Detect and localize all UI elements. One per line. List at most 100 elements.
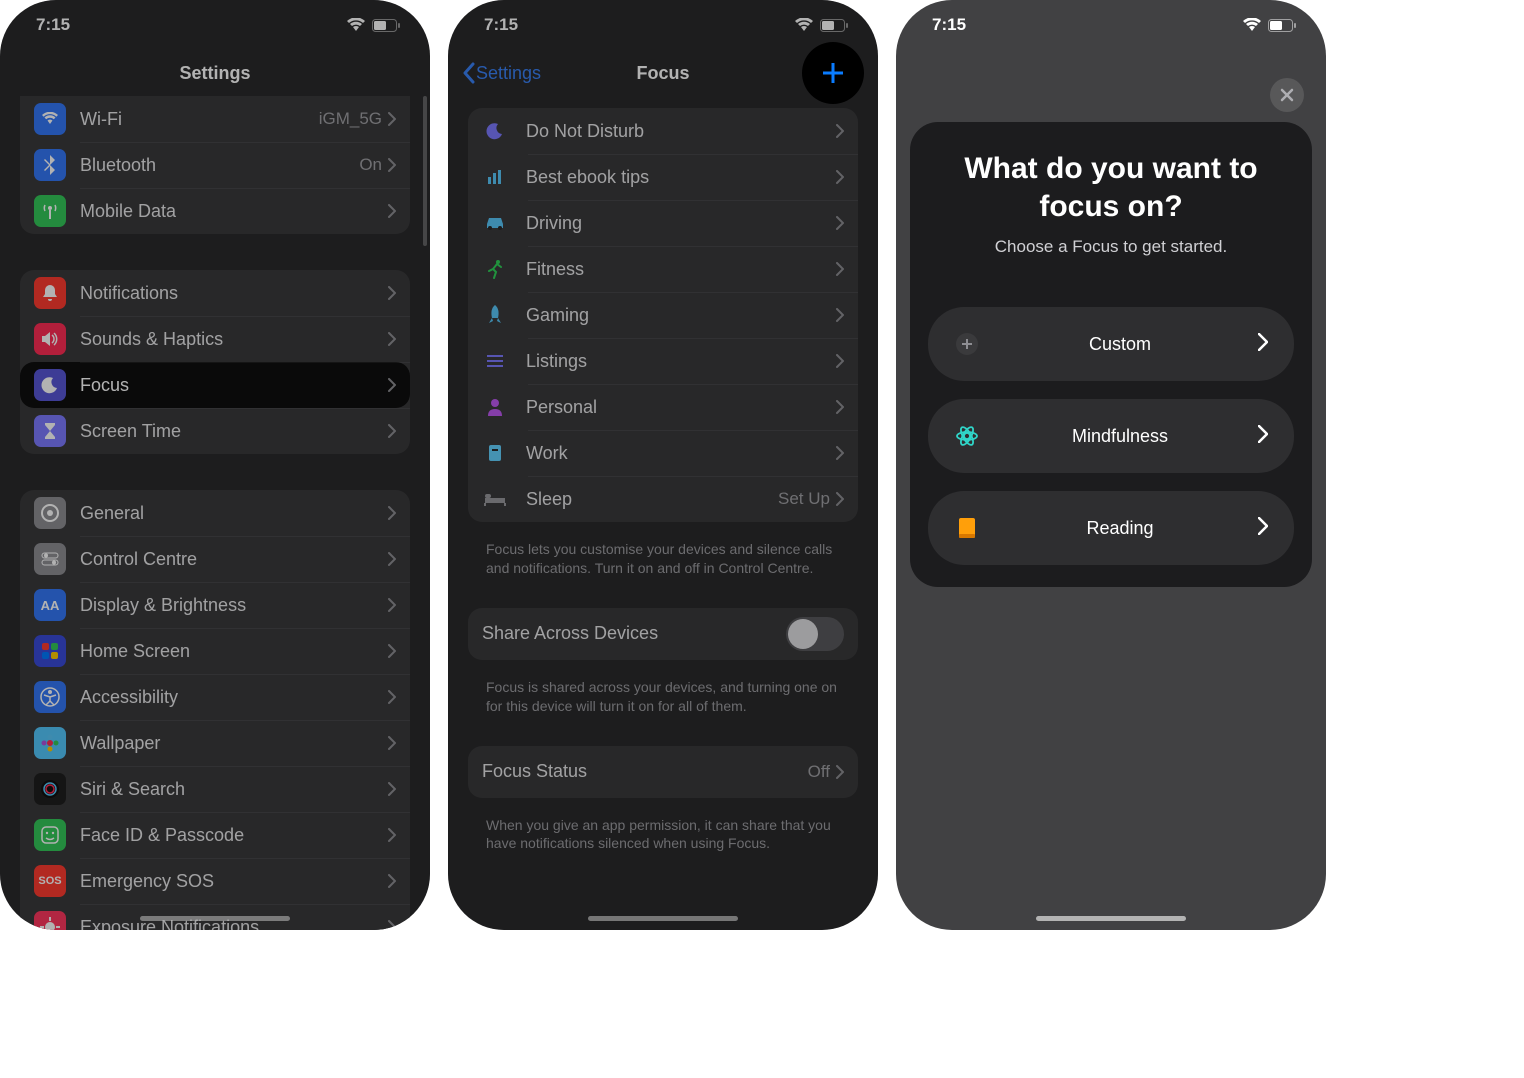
settings-row-general[interactable]: General — [20, 490, 410, 536]
row-label: Notifications — [80, 283, 388, 304]
group-focus-modes: Do Not Disturb Best ebook tips Driving Fitn… — [468, 108, 858, 522]
home-indicator[interactable] — [588, 916, 738, 921]
focus-mode-sleep[interactable]: SleepSet Up — [468, 476, 858, 522]
settings-row-bluetooth[interactable]: BluetoothOn — [20, 142, 410, 188]
row-label: Siri & Search — [80, 779, 388, 800]
settings-row-control-centre[interactable]: Control Centre — [20, 536, 410, 582]
book-icon — [952, 513, 982, 543]
settings-row-accessibility[interactable]: Accessibility — [20, 674, 410, 720]
share-label: Share Across Devices — [482, 623, 786, 644]
chevron-icon — [388, 378, 396, 392]
chevron-icon — [388, 828, 396, 842]
status-time: 7:15 — [484, 15, 518, 35]
home-indicator[interactable] — [140, 916, 290, 921]
close-button[interactable] — [1270, 78, 1304, 112]
scroll-indicator[interactable] — [423, 96, 427, 246]
row-value: On — [359, 155, 382, 175]
settings-row-home-screen[interactable]: Home Screen — [20, 628, 410, 674]
focus-option-custom[interactable]: Custom — [928, 307, 1294, 381]
settings-row-siri-search[interactable]: Siri & Search — [20, 766, 410, 812]
phone-focus-sheet: 7:15 What do you want to focus on? Choos… — [896, 0, 1326, 930]
group-share: Share Across Devices — [468, 608, 858, 660]
row-label: Best ebook tips — [526, 167, 836, 188]
focus-option-reading[interactable]: Reading — [928, 491, 1294, 565]
gear-icon — [34, 497, 66, 529]
focus-list[interactable]: Do Not Disturb Best ebook tips Driving Fitn… — [448, 108, 878, 930]
chevron-icon — [388, 332, 396, 346]
status-time: 7:15 — [36, 15, 70, 35]
settings-row-mobile-data[interactable]: Mobile Data — [20, 188, 410, 234]
battery-icon — [1268, 19, 1296, 32]
row-label: Focus — [80, 375, 388, 396]
row-label: Personal — [526, 397, 836, 418]
mind-icon — [952, 421, 982, 451]
phone-settings: 7:15 Settings Wi-FiiGM_5GBluetoothOnMobi… — [0, 0, 430, 930]
settings-row-face-id-passcode[interactable]: Face ID & Passcode — [20, 812, 410, 858]
focus-status-value: Off — [808, 762, 830, 782]
row-label: Fitness — [526, 259, 836, 280]
nav-bar: Settings Focus — [448, 50, 878, 96]
status-bar: 7:15 — [448, 0, 878, 50]
settings-row-emergency-sos[interactable]: SOSEmergency SOS — [20, 858, 410, 904]
row-label: Accessibility — [80, 687, 388, 708]
nav-bar: Settings — [0, 50, 430, 96]
chevron-icon — [388, 782, 396, 796]
row-label: Wallpaper — [80, 733, 388, 754]
add-button[interactable] — [802, 42, 864, 104]
group-network: Wi-FiiGM_5GBluetoothOnMobile Data — [20, 96, 410, 234]
focus-mode-do-not-disturb[interactable]: Do Not Disturb — [468, 108, 858, 154]
chevron-icon — [388, 424, 396, 438]
footer-focus-desc: Focus lets you customise your devices an… — [468, 532, 858, 578]
settings-row-wallpaper[interactable]: Wallpaper — [20, 720, 410, 766]
focus-mode-listings[interactable]: Listings — [468, 338, 858, 384]
settings-row-notifications[interactable]: Notifications — [20, 270, 410, 316]
back-button[interactable]: Settings — [462, 62, 541, 84]
face-icon — [34, 819, 66, 851]
bed-icon — [482, 492, 508, 506]
focus-mode-gaming[interactable]: Gaming — [468, 292, 858, 338]
grid-icon — [34, 635, 66, 667]
focus-mode-best-ebook-tips[interactable]: Best ebook tips — [468, 154, 858, 200]
row-label: Do Not Disturb — [526, 121, 836, 142]
page-title: Settings — [179, 63, 250, 84]
settings-row-screen-time[interactable]: Screen Time — [20, 408, 410, 454]
access-icon — [34, 681, 66, 713]
back-label: Settings — [476, 63, 541, 84]
focus-mode-driving[interactable]: Driving — [468, 200, 858, 246]
chevron-icon — [836, 765, 844, 779]
row-label: Driving — [526, 213, 836, 234]
chevron-icon — [388, 598, 396, 612]
share-switch[interactable] — [786, 617, 844, 651]
focus-status-row[interactable]: Focus Status Off — [468, 746, 858, 798]
status-bar: 7:15 — [0, 0, 430, 50]
home-indicator[interactable] — [1036, 916, 1186, 921]
focus-option-mindfulness[interactable]: Mindfulness — [928, 399, 1294, 473]
sheet-subtitle: Choose a Focus to get started. — [928, 237, 1294, 257]
group-focus-status: Focus Status Off — [468, 746, 858, 798]
chevron-icon — [388, 644, 396, 658]
focus-mode-personal[interactable]: Personal — [468, 384, 858, 430]
person-icon — [482, 398, 508, 416]
settings-row-focus[interactable]: Focus — [20, 362, 410, 408]
runner-icon — [482, 259, 508, 279]
share-across-devices-row[interactable]: Share Across Devices — [468, 608, 858, 660]
row-label: Screen Time — [80, 421, 388, 442]
row-label: Wi-Fi — [80, 109, 319, 130]
row-label: Listings — [526, 351, 836, 372]
wifi-icon — [1242, 18, 1262, 32]
wifi-icon — [34, 103, 66, 135]
chevron-icon — [836, 262, 844, 276]
settings-row-display-brightness[interactable]: AADisplay & Brightness — [20, 582, 410, 628]
status-bar: 7:15 — [896, 0, 1326, 50]
wifi-icon — [346, 18, 366, 32]
group-general: General Control CentreAADisplay & Brightn… — [20, 490, 410, 930]
settings-row-wi-fi[interactable]: Wi-FiiGM_5G — [20, 96, 410, 142]
row-label: Face ID & Passcode — [80, 825, 388, 846]
chevron-icon — [388, 874, 396, 888]
focus-mode-fitness[interactable]: Fitness — [468, 246, 858, 292]
row-label: General — [80, 503, 388, 524]
settings-list[interactable]: Wi-FiiGM_5GBluetoothOnMobile Data Notifi… — [0, 96, 430, 930]
settings-row-sounds-haptics[interactable]: Sounds & Haptics — [20, 316, 410, 362]
bell-icon — [34, 277, 66, 309]
focus-mode-work[interactable]: Work — [468, 430, 858, 476]
